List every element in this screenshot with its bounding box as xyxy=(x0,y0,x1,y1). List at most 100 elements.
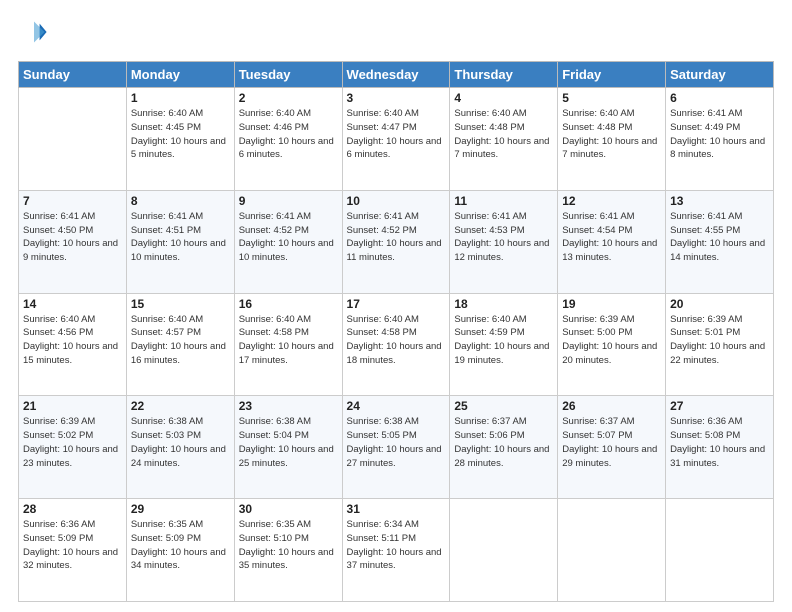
calendar-cell: 24 Sunrise: 6:38 AM Sunset: 5:05 PM Dayl… xyxy=(342,396,450,499)
day-number: 11 xyxy=(454,194,553,208)
day-number: 14 xyxy=(23,297,122,311)
calendar-cell: 9 Sunrise: 6:41 AM Sunset: 4:52 PM Dayli… xyxy=(234,190,342,293)
day-number: 7 xyxy=(23,194,122,208)
header xyxy=(18,18,774,51)
day-header-friday: Friday xyxy=(558,62,666,88)
day-number: 12 xyxy=(562,194,661,208)
week-row-4: 21 Sunrise: 6:39 AM Sunset: 5:02 PM Dayl… xyxy=(19,396,774,499)
calendar-cell xyxy=(19,88,127,191)
day-info: Sunrise: 6:40 AM Sunset: 4:47 PM Dayligh… xyxy=(347,107,446,162)
day-info: Sunrise: 6:39 AM Sunset: 5:02 PM Dayligh… xyxy=(23,415,122,470)
day-header-thursday: Thursday xyxy=(450,62,558,88)
calendar-cell: 8 Sunrise: 6:41 AM Sunset: 4:51 PM Dayli… xyxy=(126,190,234,293)
day-number: 13 xyxy=(670,194,769,208)
day-info: Sunrise: 6:38 AM Sunset: 5:03 PM Dayligh… xyxy=(131,415,230,470)
calendar-cell: 7 Sunrise: 6:41 AM Sunset: 4:50 PM Dayli… xyxy=(19,190,127,293)
day-info: Sunrise: 6:40 AM Sunset: 4:48 PM Dayligh… xyxy=(562,107,661,162)
day-number: 24 xyxy=(347,399,446,413)
day-info: Sunrise: 6:38 AM Sunset: 5:04 PM Dayligh… xyxy=(239,415,338,470)
calendar-cell xyxy=(558,499,666,602)
day-info: Sunrise: 6:39 AM Sunset: 5:01 PM Dayligh… xyxy=(670,313,769,368)
day-header-monday: Monday xyxy=(126,62,234,88)
day-number: 29 xyxy=(131,502,230,516)
calendar-cell: 17 Sunrise: 6:40 AM Sunset: 4:58 PM Dayl… xyxy=(342,293,450,396)
day-info: Sunrise: 6:40 AM Sunset: 4:58 PM Dayligh… xyxy=(239,313,338,368)
calendar-cell: 3 Sunrise: 6:40 AM Sunset: 4:47 PM Dayli… xyxy=(342,88,450,191)
day-number: 22 xyxy=(131,399,230,413)
day-info: Sunrise: 6:41 AM Sunset: 4:55 PM Dayligh… xyxy=(670,210,769,265)
day-number: 4 xyxy=(454,91,553,105)
week-row-5: 28 Sunrise: 6:36 AM Sunset: 5:09 PM Dayl… xyxy=(19,499,774,602)
day-number: 9 xyxy=(239,194,338,208)
day-number: 19 xyxy=(562,297,661,311)
day-number: 30 xyxy=(239,502,338,516)
day-number: 1 xyxy=(131,91,230,105)
day-number: 15 xyxy=(131,297,230,311)
calendar-cell: 21 Sunrise: 6:39 AM Sunset: 5:02 PM Dayl… xyxy=(19,396,127,499)
calendar-cell: 13 Sunrise: 6:41 AM Sunset: 4:55 PM Dayl… xyxy=(666,190,774,293)
day-info: Sunrise: 6:40 AM Sunset: 4:58 PM Dayligh… xyxy=(347,313,446,368)
day-number: 2 xyxy=(239,91,338,105)
day-info: Sunrise: 6:39 AM Sunset: 5:00 PM Dayligh… xyxy=(562,313,661,368)
calendar-header-row: SundayMondayTuesdayWednesdayThursdayFrid… xyxy=(19,62,774,88)
calendar-cell: 26 Sunrise: 6:37 AM Sunset: 5:07 PM Dayl… xyxy=(558,396,666,499)
day-info: Sunrise: 6:40 AM Sunset: 4:57 PM Dayligh… xyxy=(131,313,230,368)
day-number: 21 xyxy=(23,399,122,413)
day-info: Sunrise: 6:41 AM Sunset: 4:52 PM Dayligh… xyxy=(347,210,446,265)
day-info: Sunrise: 6:37 AM Sunset: 5:06 PM Dayligh… xyxy=(454,415,553,470)
day-info: Sunrise: 6:35 AM Sunset: 5:10 PM Dayligh… xyxy=(239,518,338,573)
week-row-1: 1 Sunrise: 6:40 AM Sunset: 4:45 PM Dayli… xyxy=(19,88,774,191)
day-number: 26 xyxy=(562,399,661,413)
day-info: Sunrise: 6:35 AM Sunset: 5:09 PM Dayligh… xyxy=(131,518,230,573)
calendar-cell: 12 Sunrise: 6:41 AM Sunset: 4:54 PM Dayl… xyxy=(558,190,666,293)
day-number: 28 xyxy=(23,502,122,516)
day-number: 10 xyxy=(347,194,446,208)
calendar-cell: 11 Sunrise: 6:41 AM Sunset: 4:53 PM Dayl… xyxy=(450,190,558,293)
day-number: 6 xyxy=(670,91,769,105)
day-number: 16 xyxy=(239,297,338,311)
day-info: Sunrise: 6:41 AM Sunset: 4:50 PM Dayligh… xyxy=(23,210,122,265)
day-number: 20 xyxy=(670,297,769,311)
day-info: Sunrise: 6:36 AM Sunset: 5:08 PM Dayligh… xyxy=(670,415,769,470)
calendar-cell: 14 Sunrise: 6:40 AM Sunset: 4:56 PM Dayl… xyxy=(19,293,127,396)
day-info: Sunrise: 6:40 AM Sunset: 4:56 PM Dayligh… xyxy=(23,313,122,368)
day-info: Sunrise: 6:36 AM Sunset: 5:09 PM Dayligh… xyxy=(23,518,122,573)
day-info: Sunrise: 6:40 AM Sunset: 4:46 PM Dayligh… xyxy=(239,107,338,162)
calendar-cell: 15 Sunrise: 6:40 AM Sunset: 4:57 PM Dayl… xyxy=(126,293,234,396)
calendar-cell: 16 Sunrise: 6:40 AM Sunset: 4:58 PM Dayl… xyxy=(234,293,342,396)
calendar-cell: 5 Sunrise: 6:40 AM Sunset: 4:48 PM Dayli… xyxy=(558,88,666,191)
day-info: Sunrise: 6:41 AM Sunset: 4:54 PM Dayligh… xyxy=(562,210,661,265)
calendar-cell: 18 Sunrise: 6:40 AM Sunset: 4:59 PM Dayl… xyxy=(450,293,558,396)
day-header-wednesday: Wednesday xyxy=(342,62,450,88)
day-number: 8 xyxy=(131,194,230,208)
calendar-cell: 10 Sunrise: 6:41 AM Sunset: 4:52 PM Dayl… xyxy=(342,190,450,293)
calendar-body: 1 Sunrise: 6:40 AM Sunset: 4:45 PM Dayli… xyxy=(19,88,774,602)
day-number: 17 xyxy=(347,297,446,311)
day-info: Sunrise: 6:34 AM Sunset: 5:11 PM Dayligh… xyxy=(347,518,446,573)
week-row-3: 14 Sunrise: 6:40 AM Sunset: 4:56 PM Dayl… xyxy=(19,293,774,396)
calendar-cell: 19 Sunrise: 6:39 AM Sunset: 5:00 PM Dayl… xyxy=(558,293,666,396)
calendar-cell xyxy=(450,499,558,602)
calendar-cell: 25 Sunrise: 6:37 AM Sunset: 5:06 PM Dayl… xyxy=(450,396,558,499)
day-number: 23 xyxy=(239,399,338,413)
calendar-cell: 23 Sunrise: 6:38 AM Sunset: 5:04 PM Dayl… xyxy=(234,396,342,499)
logo xyxy=(18,18,48,51)
calendar-cell: 20 Sunrise: 6:39 AM Sunset: 5:01 PM Dayl… xyxy=(666,293,774,396)
calendar-cell: 29 Sunrise: 6:35 AM Sunset: 5:09 PM Dayl… xyxy=(126,499,234,602)
day-header-tuesday: Tuesday xyxy=(234,62,342,88)
calendar-table: SundayMondayTuesdayWednesdayThursdayFrid… xyxy=(18,61,774,602)
calendar-cell: 30 Sunrise: 6:35 AM Sunset: 5:10 PM Dayl… xyxy=(234,499,342,602)
calendar-cell: 2 Sunrise: 6:40 AM Sunset: 4:46 PM Dayli… xyxy=(234,88,342,191)
day-info: Sunrise: 6:41 AM Sunset: 4:52 PM Dayligh… xyxy=(239,210,338,265)
day-number: 5 xyxy=(562,91,661,105)
week-row-2: 7 Sunrise: 6:41 AM Sunset: 4:50 PM Dayli… xyxy=(19,190,774,293)
day-info: Sunrise: 6:38 AM Sunset: 5:05 PM Dayligh… xyxy=(347,415,446,470)
calendar-cell: 6 Sunrise: 6:41 AM Sunset: 4:49 PM Dayli… xyxy=(666,88,774,191)
page: SundayMondayTuesdayWednesdayThursdayFrid… xyxy=(0,0,792,612)
day-number: 31 xyxy=(347,502,446,516)
day-number: 3 xyxy=(347,91,446,105)
logo-icon xyxy=(20,18,48,46)
day-info: Sunrise: 6:40 AM Sunset: 4:45 PM Dayligh… xyxy=(131,107,230,162)
calendar-cell: 27 Sunrise: 6:36 AM Sunset: 5:08 PM Dayl… xyxy=(666,396,774,499)
day-header-sunday: Sunday xyxy=(19,62,127,88)
